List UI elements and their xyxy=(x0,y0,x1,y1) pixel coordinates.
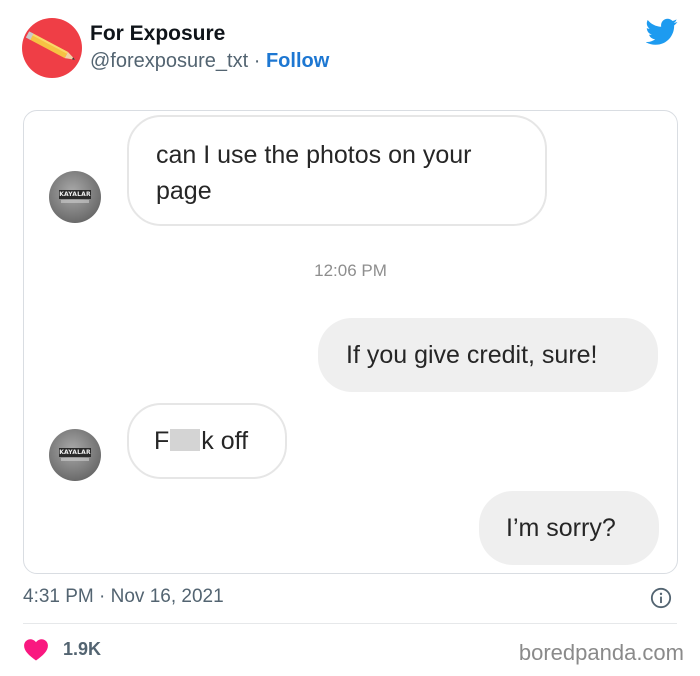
heart-icon[interactable] xyxy=(23,637,49,661)
censor-block xyxy=(170,429,201,451)
message-bubble-outgoing: I’m sorry? xyxy=(479,491,659,565)
display-name[interactable]: For Exposure xyxy=(90,22,225,46)
message-bubble-incoming: Fk off xyxy=(127,403,287,479)
message-timestamp: 12:06 PM xyxy=(314,261,387,280)
message-line: page xyxy=(156,177,212,205)
account-avatar[interactable] xyxy=(22,18,82,78)
like-count[interactable]: 1.9K xyxy=(63,639,101,660)
message-text-end: k off xyxy=(201,427,249,455)
like-row: 1.9K xyxy=(23,636,101,662)
message-bubble-incoming: can I use the photos on your page xyxy=(127,115,547,226)
message-line: can I use the photos on your xyxy=(156,141,472,169)
pencil-icon xyxy=(25,31,76,60)
twitter-bird-icon[interactable] xyxy=(646,18,678,46)
tweet-embed: For Exposure @forexposure_txt · Follow K… xyxy=(0,0,700,676)
divider xyxy=(23,623,677,624)
watermark: boredpanda.com xyxy=(518,640,684,665)
message-text: I’m sorry? xyxy=(506,514,616,542)
separator-dot: · xyxy=(253,50,261,72)
account-handle[interactable]: @forexposure_txt xyxy=(90,50,248,72)
tweet-timestamp[interactable]: 4:31 PM · Nov 16, 2021 xyxy=(23,586,224,608)
sender-avatar: KAYALAR xyxy=(49,429,101,481)
sender-avatar: KAYALAR xyxy=(49,171,101,223)
follow-button[interactable]: Follow xyxy=(266,50,329,72)
handle-row: @forexposure_txt · Follow xyxy=(90,50,329,73)
sender-avatar-logo: KAYALAR xyxy=(59,190,91,199)
sender-avatar-logo-sub xyxy=(61,458,89,461)
sender-avatar-logo: KAYALAR xyxy=(59,448,91,457)
message-text: If you give credit, sure! xyxy=(346,341,598,369)
message-bubble-outgoing: If you give credit, sure! xyxy=(318,318,658,392)
message-text-start: F xyxy=(154,427,170,455)
info-icon[interactable] xyxy=(650,587,672,609)
sender-avatar-logo-sub xyxy=(61,200,89,203)
dm-screenshot: KAYALAR can I use the photos on your pag… xyxy=(23,110,678,574)
